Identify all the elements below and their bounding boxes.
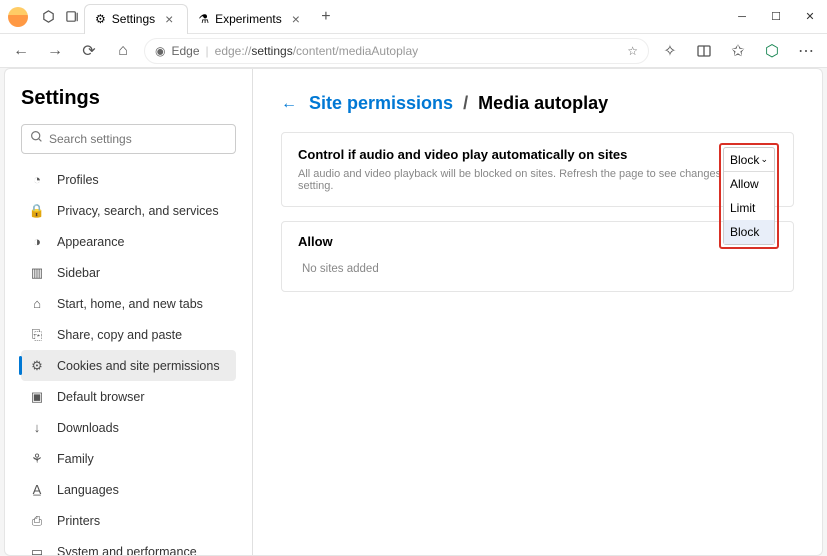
home-button[interactable]: ⌂ bbox=[110, 38, 136, 64]
breadcrumb-current: Media autoplay bbox=[478, 93, 608, 114]
sidebar-item-downloads[interactable]: ↓Downloads bbox=[21, 412, 236, 443]
collections-button[interactable]: ⬡ bbox=[759, 38, 785, 64]
extensions-button[interactable]: ✧ bbox=[657, 38, 683, 64]
flask-icon: ⚗ bbox=[198, 12, 209, 26]
profile-icon: ◔ bbox=[29, 172, 45, 188]
autoplay-select[interactable]: Block ⌄ Allow Limit Block bbox=[723, 147, 775, 245]
favorites-button[interactable]: ✩ bbox=[725, 38, 751, 64]
allow-title: Allow bbox=[298, 234, 777, 249]
sidebar-item-share[interactable]: ⎘Share, copy and paste bbox=[21, 319, 236, 350]
sidebar-item-printers[interactable]: ⎙Printers bbox=[21, 505, 236, 536]
url-scheme: edge:// bbox=[215, 44, 252, 58]
download-icon: ↓ bbox=[29, 420, 45, 436]
more-button[interactable]: ⋯ bbox=[793, 38, 819, 64]
sidebar-item-cookies[interactable]: ⚙Cookies and site permissions bbox=[21, 350, 236, 381]
edge-logo-icon: ◉ bbox=[155, 44, 165, 58]
sidebar-item-privacy[interactable]: 🔒Privacy, search, and services bbox=[21, 195, 236, 226]
url-host: settings bbox=[251, 44, 292, 58]
allow-empty: No sites added bbox=[298, 263, 777, 275]
search-box[interactable] bbox=[21, 124, 236, 154]
workspaces-icon[interactable] bbox=[36, 3, 60, 31]
chevron-down-icon: ⌄ bbox=[760, 154, 768, 165]
sidebar-item-start[interactable]: ⌂Start, home, and new tabs bbox=[21, 288, 236, 319]
sidebar-item-family[interactable]: ⚘Family bbox=[21, 443, 236, 474]
share-icon: ⎘ bbox=[29, 327, 45, 343]
toolbar: ← → ⟳ ⌂ ◉ Edge | edge://settings/content… bbox=[0, 34, 827, 68]
system-icon: ▭ bbox=[29, 544, 45, 556]
page-title: Settings bbox=[21, 87, 236, 110]
minimize-button[interactable]: ─ bbox=[725, 0, 759, 34]
close-icon[interactable]: × bbox=[161, 11, 177, 27]
breadcrumb: ← Site permissions / Media autoplay bbox=[281, 93, 794, 114]
tab-experiments[interactable]: ⚗ Experiments × bbox=[188, 4, 314, 34]
allow-panel: Allow No sites added bbox=[281, 221, 794, 292]
sidebar-icon: ▥ bbox=[29, 265, 45, 281]
address-bar[interactable]: ◉ Edge | edge://settings/content/mediaAu… bbox=[144, 38, 649, 64]
sidebar-item-profiles[interactable]: ◔Profiles bbox=[21, 164, 236, 195]
back-arrow-icon[interactable]: ← bbox=[281, 95, 297, 113]
url-path: /content/mediaAutoplay bbox=[293, 44, 418, 58]
back-button[interactable]: ← bbox=[8, 38, 34, 64]
maximize-button[interactable]: ☐ bbox=[759, 0, 793, 34]
control-title: Control if audio and video play automati… bbox=[298, 147, 777, 162]
forward-button[interactable]: → bbox=[42, 38, 68, 64]
breadcrumb-sep: / bbox=[463, 93, 468, 114]
search-icon bbox=[30, 130, 43, 148]
cookies-icon: ⚙ bbox=[29, 358, 45, 374]
sidebar-item-default-browser[interactable]: ▣Default browser bbox=[21, 381, 236, 412]
select-option-allow[interactable]: Allow bbox=[724, 172, 774, 196]
control-panel: Control if audio and video play automati… bbox=[281, 132, 794, 207]
breadcrumb-parent[interactable]: Site permissions bbox=[309, 93, 453, 114]
sidebar: Settings ◔Profiles 🔒Privacy, search, and… bbox=[5, 69, 253, 555]
appearance-icon: ◑ bbox=[29, 234, 45, 250]
favorite-icon[interactable]: ☆ bbox=[627, 44, 638, 58]
split-screen-button[interactable] bbox=[691, 38, 717, 64]
window-controls: ─ ☐ ✕ bbox=[725, 0, 827, 34]
tab-settings[interactable]: ⚙ Settings × bbox=[84, 4, 188, 34]
page: Settings ◔Profiles 🔒Privacy, search, and… bbox=[4, 68, 823, 556]
family-icon: ⚘ bbox=[29, 451, 45, 467]
autoplay-select-highlight: Block ⌄ Allow Limit Block bbox=[719, 143, 779, 249]
printer-icon: ⎙ bbox=[29, 513, 45, 529]
separator: | bbox=[206, 44, 209, 58]
tab-label: Settings bbox=[112, 12, 155, 26]
sidebar-item-languages[interactable]: A̲Languages bbox=[21, 474, 236, 505]
profile-avatar[interactable] bbox=[8, 7, 28, 27]
gear-icon: ⚙ bbox=[95, 12, 106, 26]
select-option-limit[interactable]: Limit bbox=[724, 196, 774, 220]
content: ← Site permissions / Media autoplay Cont… bbox=[253, 69, 822, 555]
sidebar-nav: ◔Profiles 🔒Privacy, search, and services… bbox=[21, 164, 236, 555]
sidebar-item-appearance[interactable]: ◑Appearance bbox=[21, 226, 236, 257]
home-icon: ⌂ bbox=[29, 296, 45, 312]
close-icon[interactable]: × bbox=[288, 11, 304, 27]
control-desc: All audio and video playback will be blo… bbox=[298, 168, 777, 192]
sidebar-item-system[interactable]: ▭System and performance bbox=[21, 536, 236, 555]
lock-icon: 🔒 bbox=[29, 203, 45, 219]
titlebar: ⚙ Settings × ⚗ Experiments × + ─ ☐ ✕ bbox=[0, 0, 827, 34]
select-option-block[interactable]: Block bbox=[724, 220, 774, 244]
tab-label: Experiments bbox=[215, 12, 282, 26]
browser-icon: ▣ bbox=[29, 389, 45, 405]
refresh-button[interactable]: ⟳ bbox=[76, 38, 102, 64]
search-input[interactable] bbox=[49, 132, 227, 146]
sidebar-item-sidebar[interactable]: ▥Sidebar bbox=[21, 257, 236, 288]
brand-label: Edge bbox=[171, 44, 199, 58]
select-current[interactable]: Block ⌄ bbox=[724, 148, 774, 172]
language-icon: A̲ bbox=[29, 482, 45, 498]
close-button[interactable]: ✕ bbox=[793, 0, 827, 34]
tab-actions-icon[interactable] bbox=[60, 3, 84, 31]
new-tab-button[interactable]: + bbox=[314, 3, 338, 31]
